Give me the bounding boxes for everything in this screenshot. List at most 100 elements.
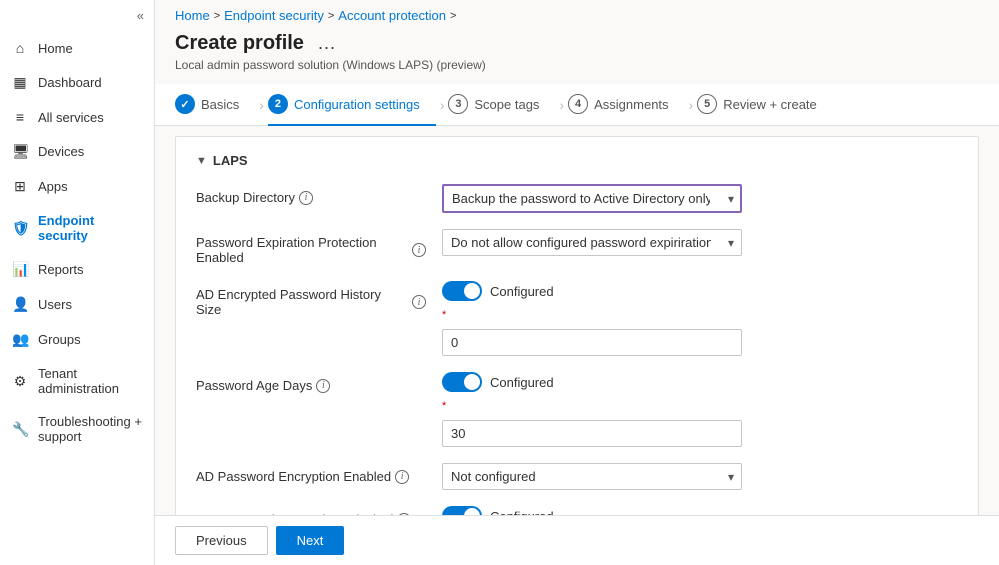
laps-section-title: LAPS <box>213 153 248 168</box>
all-services-icon: ≡ <box>12 109 28 125</box>
ad-password-encryption-enabled-control: Not configured Enabled Disabled ▾ <box>442 463 742 490</box>
sidebar-item-devices[interactable]: 🖥 Devices <box>0 134 154 169</box>
sidebar-item-dashboard[interactable]: ▦ Dashboard <box>0 65 154 100</box>
password-age-days-toggle[interactable] <box>442 372 482 392</box>
ad-password-encryption-enabled-row: AD Password Encryption Enabled i Not con… <box>196 463 958 490</box>
backup-directory-row: Backup Directory i Backup the password t… <box>196 184 958 213</box>
sidebar-item-label: Reports <box>38 262 84 277</box>
ad-encrypted-history-control: Configured * <box>442 281 742 356</box>
backup-directory-info-icon[interactable]: i <box>299 191 313 205</box>
tenant-admin-icon: ⚙ <box>12 373 28 390</box>
ad-encrypted-history-toggle-row: Configured <box>442 281 742 301</box>
sidebar-item-all-services[interactable]: ≡ All services <box>0 100 154 134</box>
home-icon: ⌂ <box>12 40 28 56</box>
ad-encrypted-history-label: AD Encrypted Password History Size i <box>196 281 426 317</box>
sidebar-item-tenant-admin[interactable]: ⚙ Tenant administration <box>0 357 154 405</box>
tab-review-label: Review + create <box>723 97 817 112</box>
ellipsis-button[interactable]: ... <box>314 31 340 56</box>
sidebar-item-users[interactable]: 👤 Users <box>0 287 154 322</box>
tab-configuration[interactable]: 2 Configuration settings <box>268 84 436 126</box>
password-age-days-label: Password Age Days i <box>196 372 426 393</box>
sidebar-item-label: Home <box>38 41 73 56</box>
collapse-icon: « <box>137 8 144 23</box>
ad-password-encryption-enabled-info-icon[interactable]: i <box>395 470 409 484</box>
backup-directory-select[interactable]: Backup the password to Active Directory … <box>442 184 742 213</box>
tab-basics[interactable]: ✓ Basics <box>175 84 255 126</box>
ad-encrypted-history-toggle[interactable] <box>442 281 482 301</box>
sidebar-item-label: Apps <box>38 179 68 194</box>
tab-scope-label: Scope tags <box>474 97 539 112</box>
ad-encrypted-history-input[interactable] <box>442 329 742 356</box>
tab-configuration-circle: 2 <box>268 94 288 114</box>
troubleshooting-icon: 🔧 <box>12 421 28 438</box>
breadcrumb-sep-3: > <box>450 10 456 22</box>
password-age-days-info-icon[interactable]: i <box>316 379 330 393</box>
password-age-days-row: Password Age Days i Configured * <box>196 372 958 447</box>
sidebar-item-reports[interactable]: 📊 Reports <box>0 252 154 287</box>
backup-directory-wrapper: Backup the password to Active Directory … <box>442 184 742 213</box>
sidebar-item-apps[interactable]: ⊞ Apps <box>0 169 154 204</box>
password-age-days-control: Configured * <box>442 372 742 447</box>
sidebar-item-endpoint-security[interactable]: 🛡 Endpoint security <box>0 204 154 252</box>
password-expiration-info-icon[interactable]: i <box>412 243 426 257</box>
sidebar-item-troubleshooting[interactable]: 🔧 Troubleshooting + support <box>0 405 154 453</box>
ad-password-encryption-principal-toggle[interactable] <box>442 506 482 515</box>
devices-icon: 🖥 <box>12 143 28 160</box>
password-expiration-row: Password Expiration Protection Enabled i… <box>196 229 958 265</box>
breadcrumb-sep-2: > <box>328 10 334 22</box>
page-title: Create profile <box>175 32 304 55</box>
breadcrumb-home[interactable]: Home <box>175 8 210 23</box>
tab-scope-tags[interactable]: 3 Scope tags <box>448 84 555 126</box>
sidebar-collapse-button[interactable]: « <box>0 0 154 31</box>
reports-icon: 📊 <box>12 261 28 278</box>
laps-section-header[interactable]: ▼ LAPS <box>196 153 958 168</box>
breadcrumb-endpoint-security[interactable]: Endpoint security <box>224 8 324 23</box>
password-expiration-select[interactable]: Do not allow configured password expirir… <box>442 229 742 256</box>
breadcrumb-account-protection[interactable]: Account protection <box>338 8 446 23</box>
password-expiration-control: Do not allow configured password expirir… <box>442 229 742 256</box>
breadcrumb: Home > Endpoint security > Account prote… <box>155 0 999 27</box>
password-expiration-label: Password Expiration Protection Enabled i <box>196 229 426 265</box>
ad-encrypted-history-info-icon[interactable]: i <box>412 295 426 309</box>
sidebar: « ⌂ Home ▦ Dashboard ≡ All services 🖥 De… <box>0 0 155 565</box>
sidebar-item-home[interactable]: ⌂ Home <box>0 31 154 65</box>
tab-assignments-label: Assignments <box>594 97 668 112</box>
config-content: ▼ LAPS Backup Directory i Backup the pas… <box>155 126 999 515</box>
ad-encrypted-history-required: * <box>442 309 742 321</box>
password-age-days-toggle-row: Configured <box>442 372 742 392</box>
tab-basics-label: Basics <box>201 97 239 112</box>
footer: Previous Next <box>155 515 999 565</box>
backup-directory-control: Backup the password to Active Directory … <box>442 184 742 213</box>
ad-password-encryption-enabled-select[interactable]: Not configured Enabled Disabled <box>442 463 742 490</box>
page-subtitle: Local admin password solution (Windows L… <box>155 58 999 84</box>
groups-icon: 👥 <box>12 331 28 348</box>
wizard-sep-2: › <box>436 97 449 113</box>
ad-password-encryption-enabled-label: AD Password Encryption Enabled i <box>196 463 426 484</box>
sidebar-item-groups[interactable]: 👥 Groups <box>0 322 154 357</box>
sidebar-item-label: Tenant administration <box>38 366 142 396</box>
wizard-sep-4: › <box>685 97 698 113</box>
tab-assignments[interactable]: 4 Assignments <box>568 84 684 126</box>
password-age-days-input[interactable] <box>442 420 742 447</box>
laps-section: ▼ LAPS Backup Directory i Backup the pas… <box>175 136 979 515</box>
sidebar-item-label: Users <box>38 297 72 312</box>
previous-button[interactable]: Previous <box>175 526 268 555</box>
ad-password-encryption-principal-toggle-row: Configured <box>442 506 742 515</box>
tab-review[interactable]: 5 Review + create <box>697 84 833 126</box>
ad-password-encryption-principal-row: AD Password Encryption Principal i Confi… <box>196 506 958 515</box>
apps-icon: ⊞ <box>12 178 28 195</box>
password-age-days-toggle-label: Configured <box>490 375 554 390</box>
backup-directory-label: Backup Directory i <box>196 184 426 205</box>
tab-assignments-circle: 4 <box>568 94 588 114</box>
chevron-down-icon: ▼ <box>196 155 207 167</box>
next-button[interactable]: Next <box>276 526 345 555</box>
tab-basics-circle: ✓ <box>175 94 195 114</box>
endpoint-security-icon: 🛡 <box>12 220 28 237</box>
sidebar-item-label: Devices <box>38 144 84 159</box>
sidebar-item-label: Troubleshooting + support <box>38 414 142 444</box>
breadcrumb-sep-1: > <box>214 10 220 22</box>
password-age-days-required: * <box>442 400 742 412</box>
main-content: Home > Endpoint security > Account prote… <box>155 0 999 565</box>
sidebar-item-label: Endpoint security <box>38 213 142 243</box>
sidebar-item-label: Dashboard <box>38 75 102 90</box>
